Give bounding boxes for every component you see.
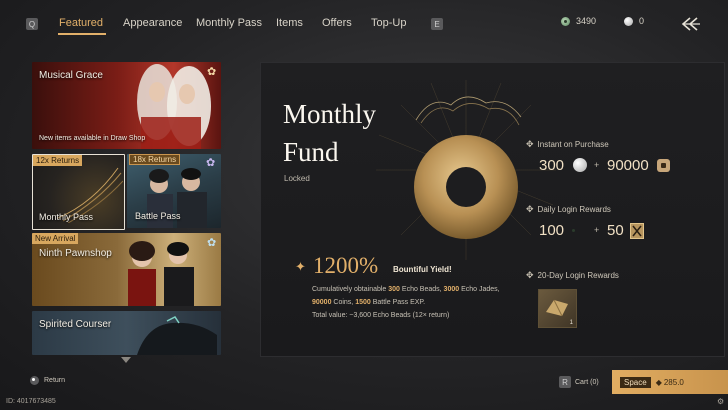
fund-description: Cumulatively obtainable 300 Echo Beads, … [312,283,500,322]
fund-multiplier: 1200% [313,253,379,278]
pearl-icon [573,158,587,172]
desc-value: 1500 [355,299,371,306]
plus-sign: + [594,160,600,170]
desc-value: 300 [388,286,400,293]
instant-pearl-amount: 300 [539,157,565,174]
tab-offers[interactable]: Offers [322,17,352,29]
return-button[interactable]: Return [30,376,65,385]
horse-art [137,316,217,355]
player-id: ID: 4017673485 [6,398,56,405]
monthly-pass-title: Monthly Pass [39,212,94,222]
daily-label: ✥ Daily Login Rewards [526,204,611,215]
pawnshop-art [128,241,194,306]
monthly-pass-card[interactable]: 12x Returns Monthly Pass [32,154,125,230]
mouse-icon [30,376,39,385]
monthly-pass-badge: 12x Returns [33,155,83,166]
instant-label: ✥ Instant on Purchase [526,139,609,150]
gold-ring-art [376,80,556,260]
return-label: Return [44,377,66,384]
diamond-bullet-icon: ✥ [526,139,534,149]
jade-balance-value: 3490 [576,16,597,26]
login20-label: ✥ 20-Day Login Rewards [526,270,619,281]
daily-exp-amount: 50 [607,222,624,239]
plus-sign: + [594,225,600,235]
cart-button[interactable]: R Cart (0) [559,376,599,388]
desc-total: Total value: ~3,600 Echo Beads (12× retu… [312,312,450,319]
top-nav-bar: Q Featured Appearance Monthly Pass Items… [0,0,728,44]
pearl-icon [624,16,633,26]
fund-title-line1: Monthly [283,99,377,129]
tab-left-key[interactable]: Q [26,18,38,30]
desc-text: Cumulatively obtainable [312,286,389,293]
monthly-fund-panel: Monthly Fund Locked ✦ 1200% Bountiful Yi… [260,62,725,357]
musical-grace-title: Musical Grace [39,70,103,81]
spirited-courser-title: Spirited Courser [39,319,112,330]
diamond-bullet-icon: ✥ [526,204,534,214]
jade-balance[interactable]: 3490 [561,16,596,26]
crossed-swords-icon [630,223,644,239]
coin-icon [657,159,670,172]
battle-pass-card[interactable]: 18x Returns ✿ Battle Pass [127,154,221,228]
pawnshop-title: Ninth Pawnshop [39,248,112,259]
active-tab-indicator [58,33,106,35]
ninth-pawnshop-card[interactable]: New Arrival Ninth Pawnshop ✿ [32,233,221,306]
purchase-price: 285.0 [663,377,684,387]
settings-icon[interactable]: ⚙ [717,397,724,406]
tab-items[interactable]: Items [276,17,303,29]
pearl-balance-value: 0 [639,16,645,26]
desc-value: 90000 [312,299,332,306]
spirited-courser-card[interactable]: Spirited Courser [32,311,221,355]
tab-top-up[interactable]: Top-Up [371,17,406,29]
daily-jade-amount: 100 [539,222,565,239]
back-arrow-icon[interactable] [679,16,701,32]
fund-title-line2: Fund [283,137,339,167]
flower-icon: ✿ [207,237,217,249]
jade-coin-icon [561,16,570,26]
login20-reward-count: 1 [569,320,573,326]
musical-grace-subtitle: New items available in Draw Shop [39,135,146,142]
fund-multiplier-label: Bountiful Yield! [393,265,452,274]
desc-text: Coins, [331,299,356,306]
desc-text: Echo Jades, [459,286,500,293]
desc-value: 3000 [443,286,460,293]
tab-right-key[interactable]: E [431,18,443,30]
pearl-balance[interactable]: 0 [624,16,644,26]
battle-pass-badge: 18x Returns [129,154,181,165]
daily-label-text: Daily Login Rewards [537,205,611,214]
scroll-down-icon[interactable] [121,357,131,363]
fund-status: Locked [284,174,310,183]
flower-icon: ✿ [206,157,216,169]
desc-text: Echo Beads, [399,286,444,293]
price-icon: ◆ [655,377,662,387]
carousel-indicator [192,142,218,144]
space-key: Space [620,376,651,388]
desc-text: Battle Pass EXP. [370,299,426,306]
sparkle-icon: ✦ [295,259,306,274]
instant-coin-amount: 90000 [607,157,649,174]
musical-grace-card[interactable]: Musical Grace New items available in Dra… [32,62,221,149]
login20-reward-item[interactable]: 1 [538,289,577,328]
diamond-bullet-icon: ✥ [526,270,534,280]
battle-pass-title: Battle Pass [135,211,181,221]
tab-featured[interactable]: Featured [59,17,103,29]
cart-key: R [559,376,571,388]
instant-label-text: Instant on Purchase [537,140,609,149]
tab-monthly-pass[interactable]: Monthly Pass [196,17,262,29]
tab-appearance[interactable]: Appearance [123,17,182,29]
flower-icon: ✿ [207,66,217,78]
cart-label: Cart (0) [575,378,599,386]
login20-label-text: 20-Day Login Rewards [537,271,619,280]
pawnshop-badge: New Arrival [32,233,79,244]
reward-item-icon [546,299,568,317]
purchase-button[interactable]: Space ◆ 285.0 [612,370,728,394]
